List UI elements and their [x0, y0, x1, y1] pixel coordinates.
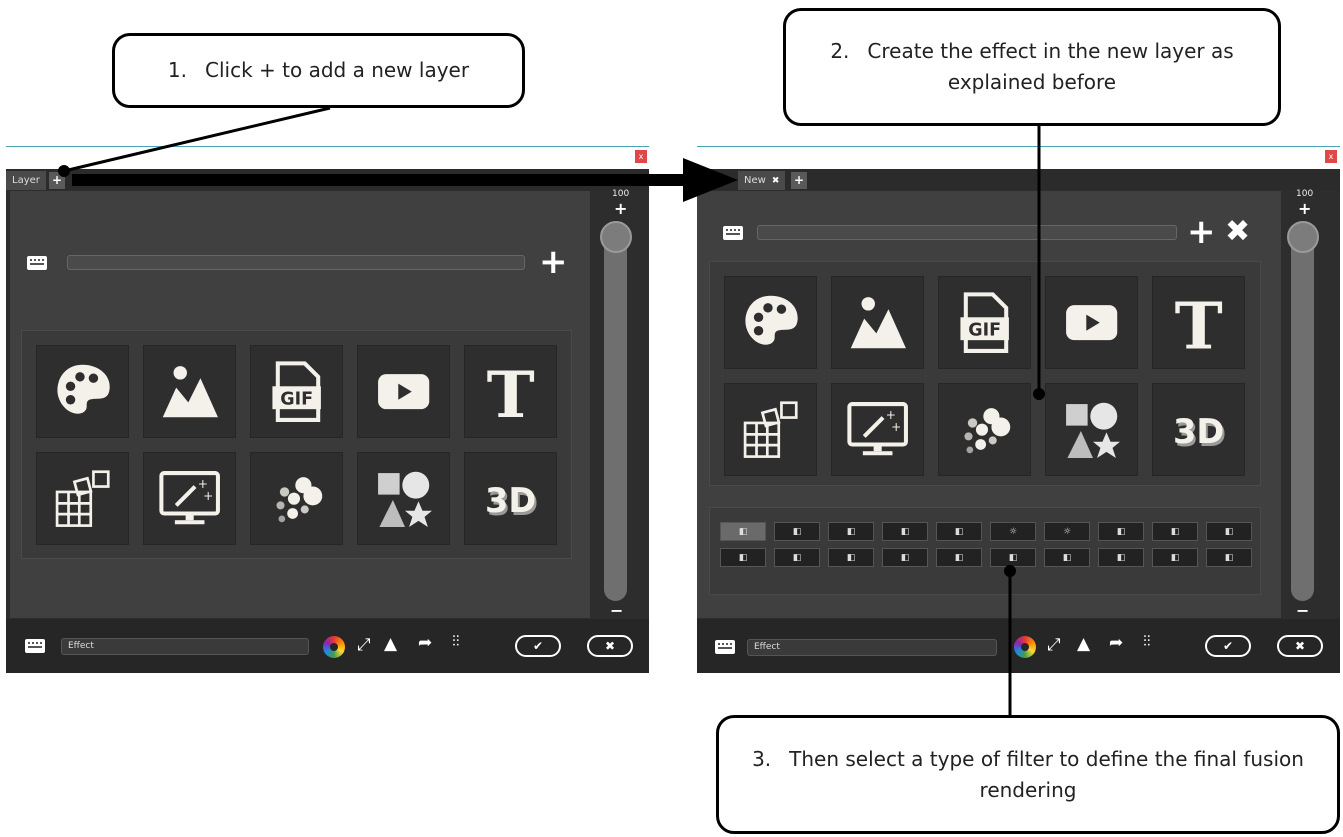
connector-step-2-dot: [1033, 388, 1045, 400]
connector-step-1-dot: [58, 165, 70, 177]
connector-step-1: [63, 106, 331, 173]
connector-step-3-dot: [1004, 565, 1016, 577]
layer-transfer-arrowhead: [683, 158, 738, 202]
annotation-connectors: [58, 106, 1045, 715]
